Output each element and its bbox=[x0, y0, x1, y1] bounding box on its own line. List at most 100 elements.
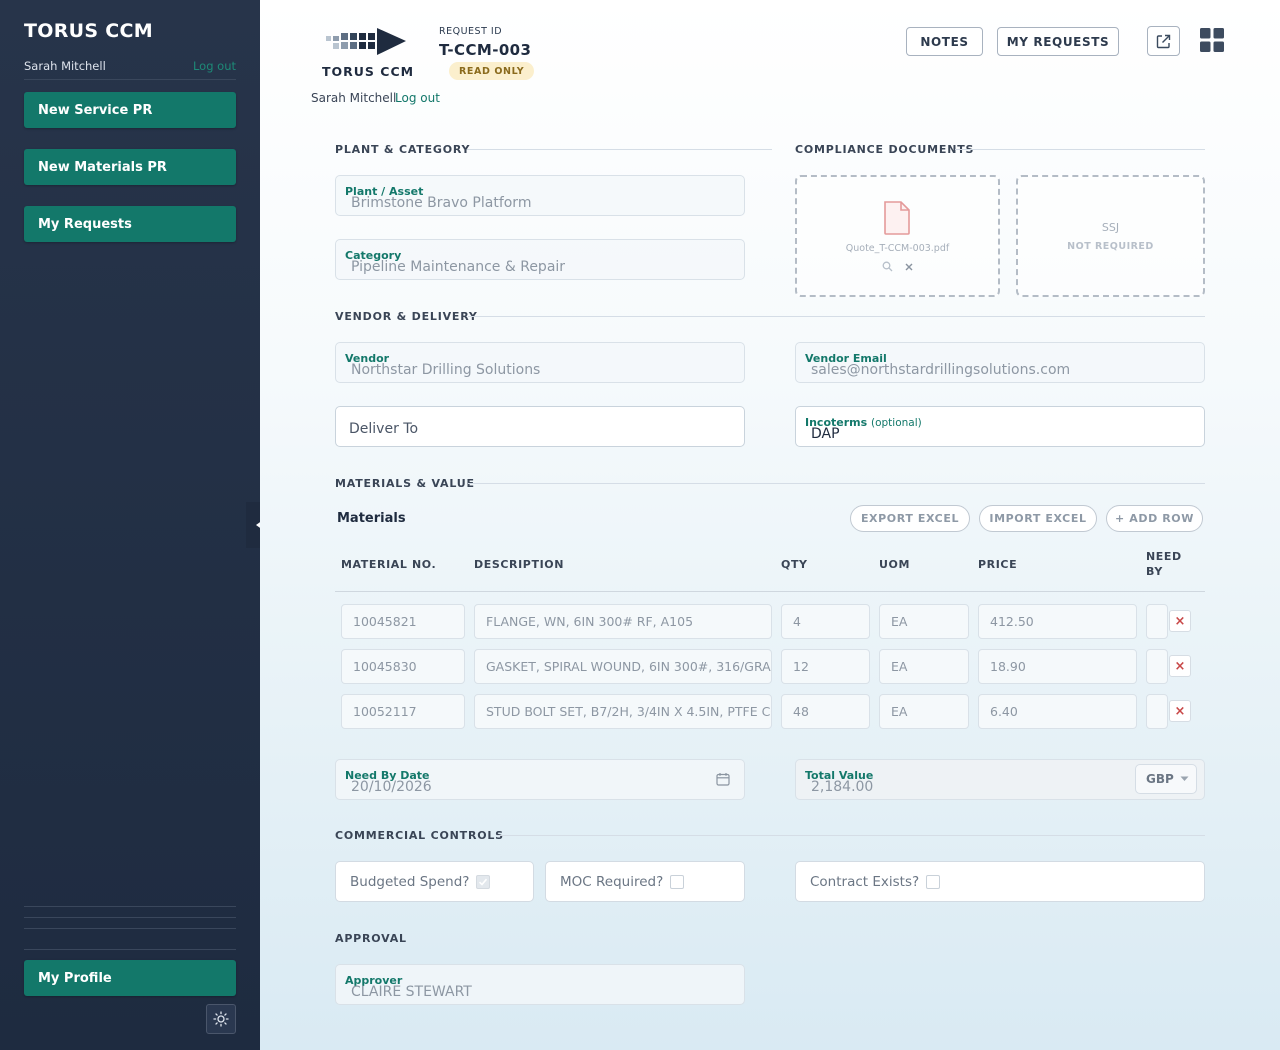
budgeted-spend-checkbox-field[interactable]: Budgeted Spend? bbox=[335, 861, 534, 902]
status-badge: READ ONLY bbox=[449, 62, 535, 80]
my-profile-button[interactable]: My Profile bbox=[24, 960, 236, 996]
sidebar-item-my-requests[interactable]: My Requests bbox=[24, 206, 236, 242]
description-cell[interactable]: GASKET, SPIRAL WOUND, 6IN 300#, 316/GRAP… bbox=[474, 649, 772, 684]
header-user-name: Sarah Mitchell bbox=[311, 91, 397, 105]
search-icon[interactable] bbox=[882, 261, 893, 272]
section-title-vendor: VENDOR & DELIVERY bbox=[335, 310, 478, 323]
contract-exists-checkbox[interactable] bbox=[926, 874, 941, 889]
uom-cell[interactable]: EA bbox=[879, 649, 969, 684]
category-value: Pipeline Maintenance & Repair bbox=[351, 259, 566, 275]
divider bbox=[24, 906, 236, 907]
delete-row-button[interactable]: × bbox=[1169, 655, 1191, 677]
pdf-file-icon bbox=[884, 201, 910, 235]
moc-required-checkbox[interactable] bbox=[670, 874, 685, 889]
quote-document-card[interactable]: Quote_T-CCM-003.pdf bbox=[795, 175, 1000, 297]
uom-cell[interactable]: EA bbox=[879, 694, 969, 729]
apps-grid-icon[interactable] bbox=[1200, 28, 1224, 52]
need-by-date-field[interactable]: Need By Date 20/10/2026 bbox=[335, 759, 745, 800]
add-row-button[interactable]: + ADD ROW bbox=[1106, 505, 1203, 532]
delete-row-button[interactable]: × bbox=[1169, 700, 1191, 722]
logo-text: TORUS CCM bbox=[322, 64, 415, 79]
delete-row-button[interactable]: × bbox=[1169, 610, 1191, 632]
sidebar-item-new-service-pr[interactable]: New Service PR bbox=[24, 92, 236, 128]
qty-cell[interactable]: 12 bbox=[781, 649, 870, 684]
close-icon[interactable] bbox=[905, 263, 913, 271]
main-content: TORUS CCM Sarah Mitchell Log out REQUEST… bbox=[260, 0, 1280, 1050]
description-cell[interactable]: STUD BOLT SET, B7/2H, 3/4IN X 4.5IN, PTF… bbox=[474, 694, 772, 729]
my-profile-label: My Profile bbox=[38, 970, 112, 986]
divider bbox=[497, 835, 1205, 836]
sun-icon bbox=[213, 1011, 229, 1027]
description-cell[interactable]: FLANGE, WN, 6IN 300# RF, A105 bbox=[474, 604, 772, 639]
open-external-button[interactable] bbox=[1147, 26, 1180, 56]
theme-toggle-button[interactable] bbox=[206, 1004, 236, 1034]
ssj-document-card: SSJ NOT REQUIRED bbox=[1016, 175, 1205, 297]
budgeted-spend-label: Budgeted Spend? bbox=[350, 873, 470, 890]
approver-field[interactable]: Approver CLAIRE STEWART bbox=[335, 964, 745, 1005]
external-link-icon bbox=[1156, 34, 1171, 48]
plant-asset-value: Brimstone Bravo Platform bbox=[351, 195, 532, 211]
checkmark-icon bbox=[479, 878, 488, 886]
qty-cell[interactable]: 4 bbox=[781, 604, 870, 639]
request-id: T-CCM-003 bbox=[439, 41, 532, 59]
price-cell[interactable]: 18.90 bbox=[978, 649, 1137, 684]
header-logout-link[interactable]: Log out bbox=[395, 91, 440, 105]
price-cell[interactable]: 412.50 bbox=[978, 604, 1137, 639]
section-title-compliance: COMPLIANCE DOCUMENTS bbox=[795, 143, 975, 156]
uom-cell[interactable]: EA bbox=[879, 604, 969, 639]
deliver-to-input[interactable]: Deliver To bbox=[335, 406, 745, 447]
my-requests-button[interactable]: MY REQUESTS bbox=[997, 27, 1119, 56]
vendor-email-field[interactable]: Vendor Email sales@northstardrillingsolu… bbox=[795, 342, 1205, 383]
moc-required-checkbox-field[interactable]: MOC Required? bbox=[545, 861, 745, 902]
close-icon: × bbox=[1174, 703, 1186, 719]
section-title-approval: APPROVAL bbox=[335, 932, 407, 945]
need-by-cell[interactable] bbox=[1146, 604, 1168, 639]
sidebar-user-name: Sarah Mitchell bbox=[24, 59, 106, 73]
need-by-cell[interactable] bbox=[1146, 649, 1168, 684]
sidebar-logout-link[interactable]: Log out bbox=[193, 59, 236, 73]
ssj-status: NOT REQUIRED bbox=[1067, 241, 1154, 252]
divider bbox=[24, 928, 236, 929]
material-number-cell[interactable]: 10045830 bbox=[341, 649, 465, 684]
column-header-description: DESCRIPTION bbox=[474, 558, 565, 571]
incoterms-input[interactable]: Incoterms (optional) DAP bbox=[795, 406, 1205, 447]
total-value: 2,184.00 bbox=[811, 779, 874, 795]
calendar-icon[interactable] bbox=[716, 772, 730, 786]
material-number-cell[interactable]: 10052117 bbox=[341, 694, 465, 729]
sidebar-item-new-materials-pr[interactable]: New Materials PR bbox=[24, 149, 236, 185]
export-excel-button[interactable]: EXPORT EXCEL bbox=[850, 505, 970, 532]
qty-cell[interactable]: 48 bbox=[781, 694, 870, 729]
vendor-field[interactable]: Vendor Northstar Drilling Solutions bbox=[335, 342, 745, 383]
notes-button[interactable]: NOTES bbox=[906, 27, 983, 56]
contract-exists-checkbox-field[interactable]: Contract Exists? bbox=[795, 861, 1205, 902]
column-header-price: PRICE bbox=[978, 558, 1018, 571]
category-field[interactable]: Category Pipeline Maintenance & Repair bbox=[335, 239, 745, 280]
budgeted-spend-checkbox[interactable] bbox=[476, 874, 491, 889]
column-header-material: MATERIAL NO. bbox=[341, 558, 437, 571]
material-number-cell[interactable]: 10045821 bbox=[341, 604, 465, 639]
incoterms-value: DAP bbox=[811, 426, 840, 442]
section-title-materials: MATERIALS & VALUE bbox=[335, 477, 475, 490]
materials-subtitle: Materials bbox=[337, 511, 406, 526]
column-header-need: NEED bbox=[1146, 550, 1182, 563]
price-cell[interactable]: 6.40 bbox=[978, 694, 1137, 729]
currency-select[interactable]: GBP bbox=[1135, 764, 1197, 794]
sidebar-item-label: My Requests bbox=[38, 216, 132, 232]
divider bbox=[468, 316, 1205, 317]
currency-value: GBP bbox=[1146, 772, 1174, 786]
import-excel-button[interactable]: IMPORT EXCEL bbox=[979, 505, 1097, 532]
divider bbox=[24, 949, 236, 950]
column-header-uom: UOM bbox=[879, 558, 911, 571]
divider bbox=[24, 79, 236, 80]
sidebar-item-label: New Materials PR bbox=[38, 159, 167, 175]
sidebar: TORUS CCM Sarah Mitchell Log out New Ser… bbox=[0, 0, 260, 1050]
incoterms-optional-hint: (optional) bbox=[871, 417, 922, 429]
quote-file-name: Quote_T-CCM-003.pdf bbox=[845, 243, 950, 254]
plant-asset-field[interactable]: Plant / Asset Brimstone Bravo Platform bbox=[335, 175, 745, 216]
need-by-cell[interactable] bbox=[1146, 694, 1168, 729]
deliver-to-placeholder: Deliver To bbox=[349, 421, 419, 437]
sidebar-item-label: New Service PR bbox=[38, 102, 153, 118]
approver-value: CLAIRE STEWART bbox=[351, 984, 472, 1000]
close-icon: × bbox=[1174, 658, 1186, 674]
divider bbox=[468, 483, 1205, 484]
